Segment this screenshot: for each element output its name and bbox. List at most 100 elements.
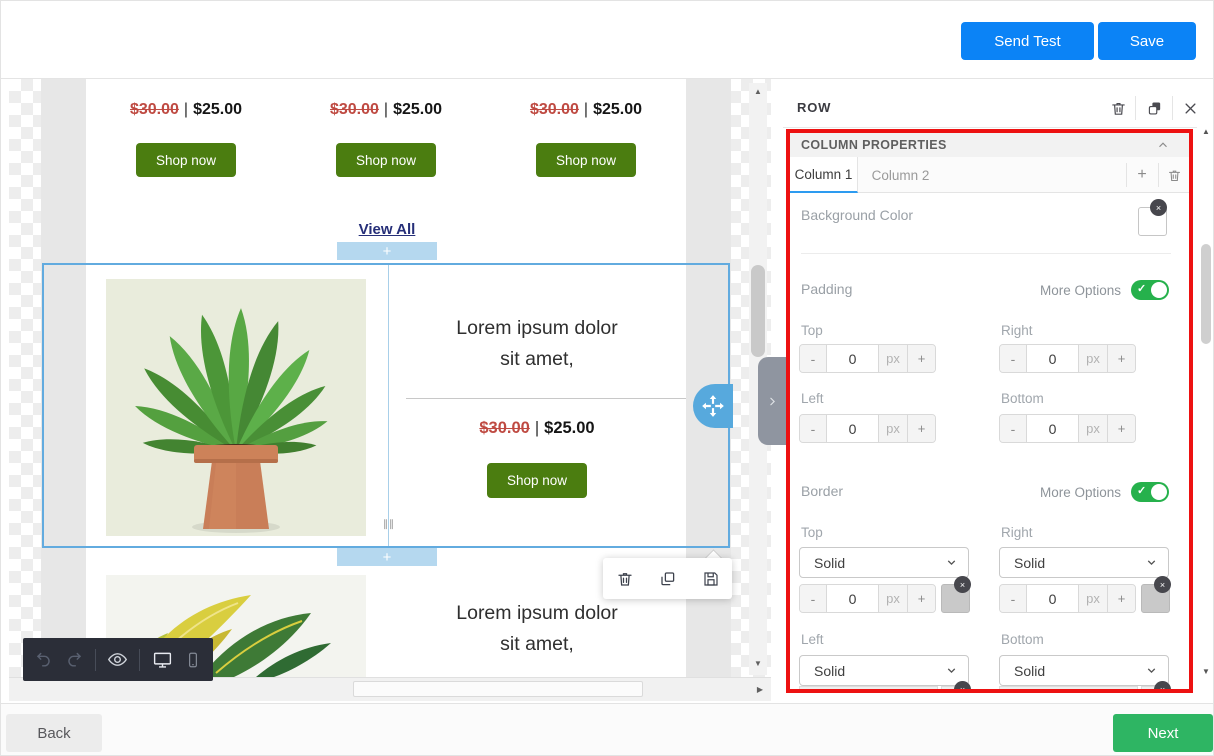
send-test-button[interactable]: Send Test	[961, 22, 1094, 60]
toolbar-divider	[139, 649, 140, 671]
value-input[interactable]: 0	[1027, 345, 1079, 372]
tab-column-2[interactable]: Column 2	[859, 157, 942, 193]
undo-icon[interactable]	[34, 650, 53, 669]
padding-label: Padding	[801, 281, 852, 297]
preview-eye-icon[interactable]	[107, 649, 128, 670]
column-resize-handle[interactable]: ∥∥	[378, 519, 400, 530]
duplicate-row-icon[interactable]	[1143, 98, 1165, 118]
decrement-button[interactable]: -	[1000, 585, 1027, 612]
selected-option: Solid	[814, 663, 845, 679]
border-top-style-select[interactable]: Solid	[799, 547, 969, 578]
price-line: $30.00|$25.00	[86, 101, 286, 119]
duplicate-row-icon[interactable]	[659, 570, 677, 588]
view-all-link[interactable]: View All	[337, 221, 437, 239]
panel-scroll-down-arrow[interactable]: ▼	[1197, 667, 1214, 676]
decrement-button[interactable]: -	[1000, 345, 1027, 372]
mobile-view-icon[interactable]	[184, 651, 202, 669]
border-left-label: Left	[801, 632, 824, 647]
new-price: $25.00	[393, 101, 442, 118]
border-bottom-style-select[interactable]: Solid	[999, 655, 1169, 686]
clear-color-badge[interactable]: ×	[1154, 681, 1171, 693]
decrement-button[interactable]: -	[800, 415, 827, 442]
product-column[interactable]: $30.00|$25.00 Shop now	[286, 79, 486, 199]
padding-right-label: Right	[1001, 323, 1033, 338]
next-button[interactable]: Next	[1113, 714, 1213, 752]
value-input[interactable]: 0	[827, 585, 879, 612]
shop-now-button[interactable]: Shop now	[536, 143, 636, 177]
border-right-style-select[interactable]: Solid	[999, 547, 1169, 578]
unit-label: px	[1079, 415, 1108, 442]
redo-icon[interactable]	[65, 650, 84, 669]
border-left-width-stepper[interactable]	[799, 686, 938, 691]
value-input[interactable]: 0	[827, 415, 879, 442]
product-column[interactable]: $30.00|$25.00 Shop now	[86, 79, 286, 199]
view-all-text[interactable]: View All	[359, 221, 416, 238]
value-input[interactable]: 0	[827, 345, 879, 372]
padding-top-stepper: - 0 px +	[799, 344, 936, 373]
toggle-knob	[1151, 484, 1167, 500]
scroll-up-arrow[interactable]: ▲	[749, 87, 767, 96]
column-divider	[388, 265, 389, 546]
old-price: $30.00	[479, 419, 529, 437]
chevron-down-icon	[1145, 664, 1158, 677]
new-price: $25.00	[544, 419, 594, 437]
close-panel-icon[interactable]	[1179, 98, 1201, 118]
padding-more-options-toggle[interactable]: ✓	[1131, 280, 1169, 300]
chevron-down-icon	[1145, 556, 1158, 569]
increment-button[interactable]: +	[1108, 345, 1135, 372]
vertical-scroll-thumb[interactable]	[751, 265, 765, 357]
delete-row-icon[interactable]	[1107, 98, 1129, 118]
clear-color-badge[interactable]: ×	[1150, 199, 1167, 216]
desktop-view-icon[interactable]	[152, 649, 173, 670]
featured-price-line[interactable]: $30.00|$25.00	[388, 419, 686, 438]
save-button[interactable]: Save	[1098, 22, 1196, 60]
delete-column-button[interactable]	[1162, 164, 1186, 186]
next-row-text[interactable]: Lorem ipsum dolor sit amet,	[388, 598, 686, 660]
row-move-handle[interactable]	[693, 384, 733, 428]
increment-button[interactable]: +	[908, 415, 935, 442]
chevron-up-icon[interactable]	[1156, 138, 1170, 152]
save-row-icon[interactable]	[702, 570, 720, 588]
value-input[interactable]: 0	[1027, 415, 1079, 442]
clear-color-badge[interactable]: ×	[954, 576, 971, 593]
panel-collapse-tab[interactable]	[758, 357, 786, 445]
delete-row-icon[interactable]	[616, 570, 634, 588]
scroll-right-arrow[interactable]: ▶	[751, 685, 769, 694]
border-bottom-width-stepper[interactable]	[999, 686, 1138, 691]
shop-now-button[interactable]: Shop now	[336, 143, 436, 177]
section-header[interactable]: COLUMN PROPERTIES	[790, 133, 1189, 157]
value-input[interactable]: 0	[1027, 585, 1079, 612]
decrement-button[interactable]: -	[800, 345, 827, 372]
canvas-toolbar	[23, 638, 213, 681]
featured-text[interactable]: Lorem ipsum dolor sit amet,	[388, 313, 686, 375]
email-canvas: $30.00|$25.00 Shop now $30.00|$25.00 Sho…	[9, 79, 771, 701]
add-row-button[interactable]: +	[337, 548, 437, 566]
increment-button[interactable]: +	[908, 345, 935, 372]
shop-now-button[interactable]: Shop now	[136, 143, 236, 177]
panel-scroll-up-arrow[interactable]: ▲	[1197, 127, 1214, 136]
back-button[interactable]: Back	[6, 714, 102, 752]
horizontal-scroll-thumb[interactable]	[353, 681, 643, 697]
product-column[interactable]: $30.00|$25.00 Shop now	[486, 79, 686, 199]
add-column-button[interactable]: +	[1130, 164, 1154, 186]
increment-button[interactable]: +	[908, 585, 935, 612]
shop-now-button[interactable]: Shop now	[487, 463, 587, 498]
panel-header: ROW	[783, 89, 1197, 128]
clear-color-badge[interactable]: ×	[954, 681, 971, 693]
decrement-button[interactable]: -	[1000, 415, 1027, 442]
product-image-plant[interactable]	[106, 279, 366, 536]
tab-column-1[interactable]: Column 1	[790, 157, 858, 193]
increment-button[interactable]: +	[1108, 415, 1135, 442]
border-more-options-toggle[interactable]: ✓	[1131, 482, 1169, 502]
panel-scroll-thumb[interactable]	[1201, 244, 1211, 344]
email-builder-app: Send Test Save $30.00|$25.00 Shop now $3…	[0, 0, 1214, 756]
selected-option: Solid	[1014, 555, 1045, 571]
add-row-button[interactable]: +	[337, 242, 437, 260]
clear-color-badge[interactable]: ×	[1154, 576, 1171, 593]
increment-button[interactable]: +	[1108, 585, 1135, 612]
padding-top-label: Top	[801, 323, 823, 338]
border-bottom-label: Bottom	[1001, 632, 1044, 647]
decrement-button[interactable]: -	[800, 585, 827, 612]
scroll-down-arrow[interactable]: ▼	[749, 659, 767, 668]
border-left-style-select[interactable]: Solid	[799, 655, 969, 686]
